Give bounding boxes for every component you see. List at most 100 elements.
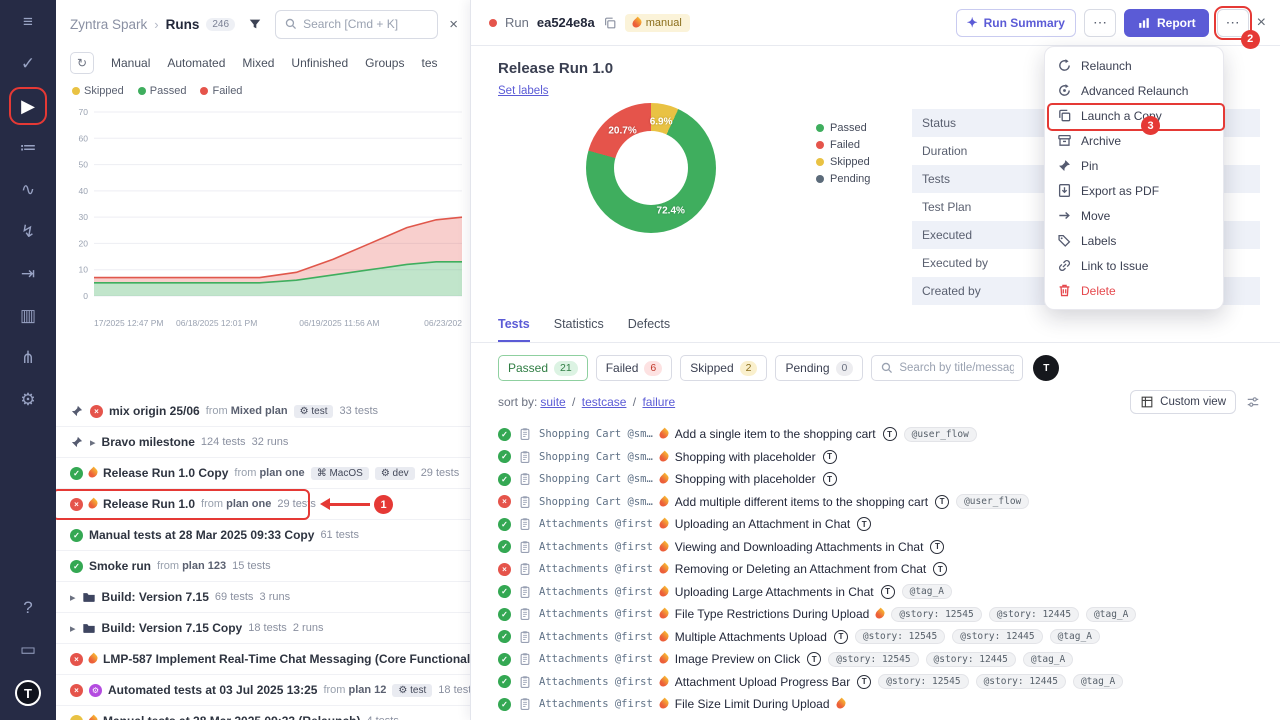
tests-search[interactable] xyxy=(871,355,1023,381)
run-row-build-version-7-15[interactable]: ▸Build: Version 7.1569 tests 3 runs xyxy=(56,582,470,613)
run-row-release-run-1-0-copy[interactable]: ✓Release Run 1.0 Copyfrom plan one⌘ MacO… xyxy=(56,458,470,489)
detail-label: Executed xyxy=(922,228,1050,242)
filter-button[interactable] xyxy=(242,11,268,37)
runs-tab-tes[interactable]: tes xyxy=(421,56,437,70)
sidebar-item-play[interactable]: ▶ xyxy=(16,94,40,118)
test-row-removing-or-deleting-an-attachment-from-chat[interactable]: ×Attachments @firstRemoving or Deleting … xyxy=(498,558,1260,581)
run-row-automated-tests-at-03-jul-2025-13-25[interactable]: ×⚙Automated tests at 03 Jul 2025 13:25fr… xyxy=(56,675,470,706)
passed-status-icon: ✓ xyxy=(498,540,511,553)
passed-status-icon: ✓ xyxy=(498,675,511,688)
assignee-avatar-button[interactable]: T xyxy=(1033,355,1059,381)
tests-search-input[interactable] xyxy=(899,362,1014,374)
chart-legend: SkippedPassedFailed xyxy=(56,78,470,104)
sidebar-item-settings[interactable]: ⚙ xyxy=(16,388,40,412)
flame-icon xyxy=(657,608,670,621)
test-row-shopping-with-placeholder[interactable]: ✓Shopping Cart @sm…Shopping with placeho… xyxy=(498,446,1260,469)
sort-by-failure[interactable]: failure xyxy=(642,395,675,409)
sidebar-item-help[interactable]: ? xyxy=(16,596,40,620)
sort-by-suite[interactable]: suite xyxy=(540,395,565,409)
menu-item-delete[interactable]: Delete xyxy=(1045,278,1223,303)
menu-item-labels[interactable]: Labels xyxy=(1045,228,1223,253)
test-row-viewing-and-downloading-attachments-in-chat[interactable]: ✓Attachments @firstViewing and Downloadi… xyxy=(498,536,1260,559)
filter-passed[interactable]: Passed21 xyxy=(498,355,588,381)
run-row-manual-tests-at-28-mar-2025-09-33-relaunch[interactable]: –Manual tests at 28 Mar 2025 09:33 (Rela… xyxy=(56,706,470,720)
passed-status-icon: ✓ xyxy=(498,473,511,486)
test-row-multiple-attachments-upload[interactable]: ✓Attachments @firstMultiple Attachments … xyxy=(498,626,1260,649)
menu-item-move[interactable]: Move xyxy=(1045,203,1223,228)
test-row-uploading-an-attachment-in-chat[interactable]: ✓Attachments @firstUploading an Attachme… xyxy=(498,513,1260,536)
runs-search[interactable] xyxy=(275,10,438,39)
tab-defects[interactable]: Defects xyxy=(628,317,670,342)
sidebar-item-menu[interactable]: ≡ xyxy=(16,10,40,34)
run-row-smoke-run[interactable]: ✓Smoke runfrom plan 12315 tests xyxy=(56,551,470,582)
test-row-add-multiple-different-items-to-the-shopping-cart[interactable]: ×Shopping Cart @sm…Add multiple differen… xyxy=(498,491,1260,514)
workspace-logo[interactable]: T xyxy=(15,680,41,706)
chevron-right-icon[interactable]: ▸ xyxy=(70,622,76,635)
close-panel-button[interactable]: × xyxy=(445,16,462,33)
close-icon: × xyxy=(449,16,458,33)
menu-item-launch-a-copy[interactable]: Launch a Copy3 xyxy=(1045,103,1223,128)
sidebar-item-bar-chart[interactable]: ▥ xyxy=(16,304,40,328)
sidebar-item-run-list[interactable]: ≔ xyxy=(16,136,40,160)
filter-failed[interactable]: Failed6 xyxy=(596,355,673,381)
sidebar-item-pulse[interactable]: ↯ xyxy=(16,220,40,244)
runs-search-input[interactable] xyxy=(303,17,429,31)
test-row-file-type-restrictions-during-upload[interactable]: ✓Attachments @firstFile Type Restriction… xyxy=(498,603,1260,626)
tab-tests[interactable]: Tests xyxy=(498,317,530,342)
run-row-manual-tests-at-28-mar-2025-09-33-copy[interactable]: ✓Manual tests at 28 Mar 2025 09:33 Copy6… xyxy=(56,520,470,551)
menu-item-pin[interactable]: Pin xyxy=(1045,153,1223,178)
breadcrumb-project[interactable]: Zyntra Spark xyxy=(70,17,147,32)
test-row-attachment-upload-progress-bar[interactable]: ✓Attachments @firstAttachment Upload Pro… xyxy=(498,671,1260,694)
search-icon xyxy=(880,361,894,375)
run-row-bravo-milestone[interactable]: ▸Bravo milestone124 tests 32 runs xyxy=(56,427,470,458)
runs-tab-manual[interactable]: Manual xyxy=(111,56,150,70)
sliders-icon[interactable] xyxy=(1246,395,1260,409)
flame-icon xyxy=(657,518,670,531)
sidebar-item-import[interactable]: ⇥ xyxy=(16,262,40,286)
test-row-image-preview-on-click[interactable]: ✓Attachments @firstImage Preview on Clic… xyxy=(498,648,1260,671)
custom-view-button[interactable]: Custom view xyxy=(1130,390,1236,414)
refresh-button[interactable]: ↻ xyxy=(70,52,94,74)
test-row-uploading-large-attachments-in-chat[interactable]: ✓Attachments @firstUploading Large Attac… xyxy=(498,581,1260,604)
more-button-1[interactable]: ⋯ xyxy=(1084,9,1116,37)
menu-item-relaunch[interactable]: Relaunch xyxy=(1045,53,1223,78)
suite-name: Attachments @first xyxy=(539,676,653,688)
run-row-release-run-1-0[interactable]: ×Release Run 1.0from plan one29 tests1 xyxy=(56,489,470,520)
close-run-button[interactable]: × xyxy=(1257,9,1266,37)
test-row-shopping-with-placeholder[interactable]: ✓Shopping Cart @sm…Shopping with placeho… xyxy=(498,468,1260,491)
more-button-2[interactable]: ⋯ 2 xyxy=(1217,9,1249,37)
breadcrumb-section[interactable]: Runs xyxy=(166,17,200,32)
runs-tab-automated[interactable]: Automated xyxy=(167,56,225,70)
copy-run-id-icon[interactable] xyxy=(603,16,617,30)
run-row-mix-origin-25-06[interactable]: ×mix origin 25/06from Mixed plan⚙ test33… xyxy=(56,396,470,427)
set-labels-link[interactable]: Set labels xyxy=(498,85,549,97)
flame-icon xyxy=(657,563,670,576)
runs-tab-groups[interactable]: Groups xyxy=(365,56,404,70)
menu-item-advanced-relaunch[interactable]: Advanced Relaunch xyxy=(1045,78,1223,103)
test-row-add-a-single-item-to-the-shopping-cart[interactable]: ✓Shopping Cart @sm…Add a single item to … xyxy=(498,423,1260,446)
report-button[interactable]: Report xyxy=(1124,9,1209,37)
filter-pending[interactable]: Pending0 xyxy=(775,355,863,381)
run-row-build-version-7-15-copy[interactable]: ▸Build: Version 7.15 Copy18 tests 2 runs xyxy=(56,613,470,644)
menu-item-archive[interactable]: Archive xyxy=(1045,128,1223,153)
tab-statistics[interactable]: Statistics xyxy=(554,317,604,342)
sidebar-item-branch[interactable]: ⋔ xyxy=(16,346,40,370)
sidebar-item-chart-line[interactable]: ∿ xyxy=(16,178,40,202)
sidebar-item-check[interactable]: ✓ xyxy=(16,52,40,76)
runs-list: ×mix origin 25/06from Mixed plan⚙ test33… xyxy=(56,396,470,720)
runs-tab-mixed[interactable]: Mixed xyxy=(242,56,274,70)
trash-icon xyxy=(1057,283,1072,298)
test-row-file-size-limit-during-upload[interactable]: ✓Attachments @firstFile Size Limit Durin… xyxy=(498,693,1260,716)
menu-item-export-as-pdf[interactable]: Export as PDF xyxy=(1045,178,1223,203)
chevron-right-icon[interactable]: ▸ xyxy=(90,436,96,449)
run-summary-button[interactable]: ✦ Run Summary xyxy=(956,9,1076,37)
runs-filter-tabs: ↻ Manual Automated Mixed Unfinished Groups te… xyxy=(56,48,470,78)
sidebar-item-projects-folder[interactable]: ▭ xyxy=(16,638,40,662)
runs-tab-unfinished[interactable]: Unfinished xyxy=(291,56,348,70)
run-row-lmp-587-implement-real-time-chat-messaging-core-functionality[interactable]: ×LMP-587 Implement Real-Time Chat Messag… xyxy=(56,644,470,675)
sort-by-testcase[interactable]: testcase xyxy=(582,395,627,409)
chevron-right-icon[interactable]: ▸ xyxy=(70,591,76,604)
clipboard-icon xyxy=(518,450,532,464)
menu-item-link-to-issue[interactable]: Link to Issue xyxy=(1045,253,1223,278)
filter-skipped[interactable]: Skipped2 xyxy=(680,355,767,381)
